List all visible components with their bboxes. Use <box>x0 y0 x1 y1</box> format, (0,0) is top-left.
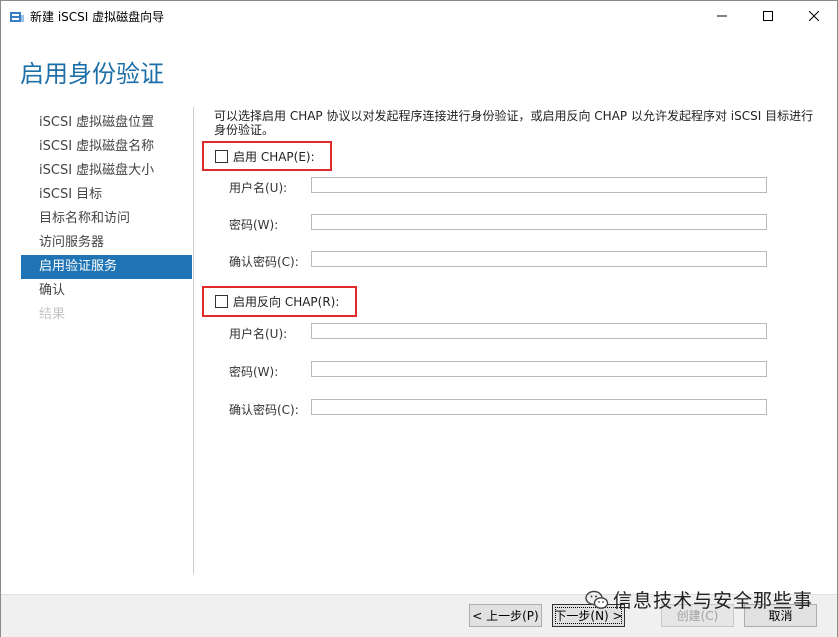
nav-item-access-servers[interactable]: 访问服务器 <box>21 231 192 255</box>
chap-username-label: 用户名(U): <box>229 181 288 195</box>
enable-reverse-chap-label: 启用反向 CHAP(R): <box>233 294 340 309</box>
chap-username-input[interactable] <box>311 177 767 193</box>
chap-password-input[interactable] <box>311 214 767 230</box>
chap-confirm-label: 确认密码(C): <box>229 255 299 269</box>
enable-chap-checkbox-row[interactable]: 启用 CHAP(E): <box>215 147 315 165</box>
minimize-button[interactable] <box>699 1 745 31</box>
enable-reverse-chap-checkbox[interactable] <box>215 294 228 308</box>
server-app-icon <box>10 12 24 22</box>
page-title: 启用身份验证 <box>20 60 164 88</box>
nav-divider <box>193 107 194 574</box>
nav-item-iscsi-target[interactable]: iSCSI 目标 <box>21 183 192 207</box>
chap-password-label: 密码(W): <box>229 218 279 232</box>
nav-item-disk-location[interactable]: iSCSI 虚拟磁盘位置 <box>21 111 192 135</box>
reverse-chap-username-label: 用户名(U): <box>229 327 288 341</box>
wizard-window: 新建 iSCSI 虚拟磁盘向导 启用身份验证 iSCSI 虚拟磁盘位置 iSCS… <box>0 0 838 637</box>
chap-confirm-input[interactable] <box>311 251 767 267</box>
description-text: 可以选择启用 CHAP 协议以对发起程序连接进行身份验证，或启用反向 CHAP … <box>214 109 814 137</box>
wechat-icon <box>585 590 609 609</box>
nav-item-target-name-access[interactable]: 目标名称和访问 <box>21 207 192 231</box>
previous-button[interactable]: < 上一步(P) <box>469 604 542 627</box>
maximize-button[interactable] <box>745 1 791 31</box>
maximize-icon <box>763 11 773 21</box>
close-icon <box>809 11 819 21</box>
reverse-chap-confirm-input[interactable] <box>311 399 767 415</box>
watermark-text: 信息技术与安全那些事 <box>613 590 814 612</box>
nav-item-disk-size[interactable]: iSCSI 虚拟磁盘大小 <box>21 159 192 183</box>
wizard-steps-nav: iSCSI 虚拟磁盘位置 iSCSI 虚拟磁盘名称 iSCSI 虚拟磁盘大小 i… <box>21 111 192 327</box>
reverse-chap-username-input[interactable] <box>311 323 767 339</box>
enable-reverse-chap-checkbox-row[interactable]: 启用反向 CHAP(R): <box>215 292 339 310</box>
enable-chap-checkbox[interactable] <box>215 149 228 163</box>
nav-item-disk-name[interactable]: iSCSI 虚拟磁盘名称 <box>21 135 192 159</box>
window-title: 新建 iSCSI 虚拟磁盘向导 <box>30 10 165 24</box>
close-button[interactable] <box>791 1 837 31</box>
title-bar[interactable]: 新建 iSCSI 虚拟磁盘向导 <box>1 1 837 32</box>
enable-chap-label: 启用 CHAP(E): <box>233 149 315 164</box>
reverse-chap-confirm-label: 确认密码(C): <box>229 403 299 417</box>
nav-item-results: 结果 <box>39 307 66 322</box>
minimize-icon <box>717 15 727 17</box>
nav-item-confirmation[interactable]: 确认 <box>21 279 192 303</box>
watermark: 信息技术与安全那些事 <box>585 586 813 613</box>
nav-item-enable-auth[interactable]: 启用验证服务 <box>21 255 192 279</box>
reverse-chap-password-label: 密码(W): <box>229 365 279 379</box>
reverse-chap-password-input[interactable] <box>311 361 767 377</box>
